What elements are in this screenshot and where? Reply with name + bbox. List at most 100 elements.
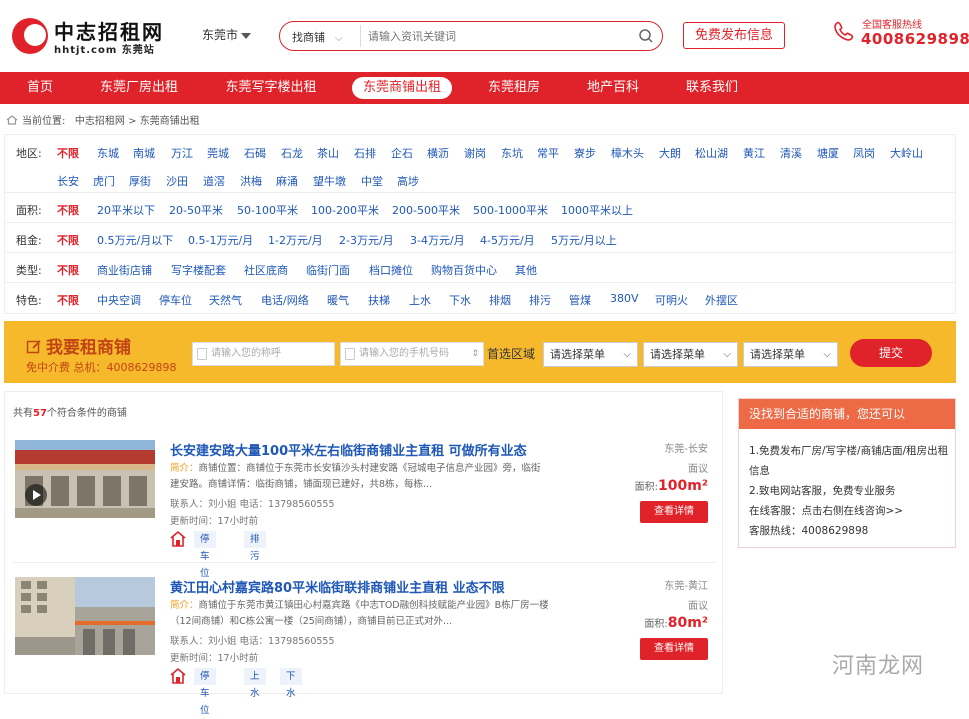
filter-region-any[interactable]: 不限 — [57, 145, 79, 161]
filter-region-item[interactable]: 东城 — [97, 145, 119, 161]
filter-feature-item[interactable]: 上水 — [409, 292, 431, 308]
filter-region-item[interactable]: 麻涌 — [276, 173, 298, 189]
filter-region-item[interactable]: 望牛墩 — [313, 173, 346, 189]
region-select-2[interactable]: 请选择菜单 ⌵ — [643, 342, 738, 367]
filter-feature-item[interactable]: 外摆区 — [705, 292, 738, 308]
filter-rent-item[interactable]: 5万元/月以上 — [551, 232, 617, 248]
filter-feature-item[interactable]: 380V — [610, 292, 639, 305]
filter-area-item[interactable]: 200-500平米 — [392, 202, 460, 218]
filter-region-item[interactable]: 万江 — [171, 145, 193, 161]
filter-region-item[interactable]: 黄江 — [743, 145, 765, 161]
filter-type-item[interactable]: 购物百货中心 — [431, 262, 497, 278]
filter-region-item[interactable]: 石龙 — [281, 145, 303, 161]
phone-input[interactable]: 请输入您的手机号码 ⇕ — [340, 342, 484, 366]
filter-feature-item[interactable]: 扶梯 — [368, 292, 390, 308]
filter-region-item[interactable]: 企石 — [391, 145, 413, 161]
filter-area-item[interactable]: 20-50平米 — [169, 202, 223, 218]
filter-feature-any[interactable]: 不限 — [57, 292, 79, 308]
region-select-3[interactable]: 请选择菜单 ⌵ — [743, 342, 838, 367]
filter-region-item[interactable]: 大岭山 — [890, 145, 923, 161]
nav-realestate-wiki[interactable]: 地产百科 — [580, 72, 646, 104]
listing-thumbnail[interactable] — [15, 440, 155, 518]
filter-region-item[interactable]: 虎门 — [93, 173, 115, 189]
filter-feature-item[interactable]: 电话/网络 — [261, 292, 309, 308]
search-type-select[interactable]: 找商铺 ⌵ — [292, 29, 343, 45]
filter-feature-item[interactable]: 管煤 — [569, 292, 591, 308]
breadcrumb-home[interactable]: 中志招租网 — [75, 116, 125, 127]
filter-region-item[interactable]: 茶山 — [317, 145, 339, 161]
search-input[interactable] — [368, 27, 628, 45]
filter-rent-item[interactable]: 2-3万元/月 — [339, 232, 394, 248]
filter-type-item[interactable]: 其他 — [515, 262, 537, 278]
filter-rent-item[interactable]: 4-5万元/月 — [480, 232, 535, 248]
filter-region-item[interactable]: 道滘 — [203, 173, 225, 189]
filter-region-item[interactable]: 南城 — [133, 145, 155, 161]
filter-area-item[interactable]: 50-100平米 — [237, 202, 298, 218]
filter-region-item[interactable]: 横沥 — [427, 145, 449, 161]
filter-region-item[interactable]: 中堂 — [361, 173, 383, 189]
filter-feature-item[interactable]: 下水 — [449, 292, 471, 308]
filter-rent-any[interactable]: 不限 — [57, 232, 79, 248]
filter-rent-item[interactable]: 1-2万元/月 — [268, 232, 323, 248]
filter-rent-item[interactable]: 3-4万元/月 — [410, 232, 465, 248]
filter-feature-item[interactable]: 排污 — [529, 292, 551, 308]
filter-region-item[interactable]: 凤岗 — [853, 145, 875, 161]
filter-region-item[interactable]: 清溪 — [780, 145, 802, 161]
search-icon[interactable] — [638, 28, 654, 44]
filter-region-item[interactable]: 谢岗 — [464, 145, 486, 161]
filter-feature-item[interactable]: 中央空调 — [97, 292, 141, 308]
filter-area-item[interactable]: 20平米以下 — [97, 202, 155, 218]
filter-region-item[interactable]: 石碣 — [244, 145, 266, 161]
filter-type-any[interactable]: 不限 — [57, 262, 79, 278]
filter-type-item[interactable]: 临街门面 — [306, 262, 350, 278]
filter-region-item[interactable]: 厚街 — [129, 173, 151, 189]
filter-type-item[interactable]: 商业街店铺 — [97, 262, 152, 278]
sidebar-line-online-service[interactable]: 在线客服：点击右侧在线咨询>> — [749, 501, 949, 521]
filter-rent-item[interactable]: 0.5万元/月以下 — [97, 232, 173, 248]
site-logo[interactable]: 中志招租网 hhtjt.com 东莞站 — [12, 16, 172, 58]
filter-region-item[interactable]: 松山湖 — [695, 145, 728, 161]
filter-feature-item[interactable]: 可明火 — [655, 292, 688, 308]
nav-home[interactable]: 首页 — [16, 72, 64, 104]
nav-housing-rent[interactable]: 东莞租房 — [482, 72, 546, 104]
filter-region-item[interactable]: 东坑 — [501, 145, 523, 161]
play-icon[interactable] — [25, 484, 47, 506]
filter-region-item[interactable]: 塘厦 — [817, 145, 839, 161]
sidebar-line-publish[interactable]: 1.免费发布厂房/写字楼/商铺店面/租房出租信息 — [749, 441, 949, 481]
filter-area-item[interactable]: 100-200平米 — [311, 202, 379, 218]
listing-thumbnail[interactable] — [15, 577, 155, 655]
filter-area-item[interactable]: 1000平米以上 — [561, 202, 633, 218]
filter-feature-item[interactable]: 排烟 — [489, 292, 511, 308]
listing-title[interactable]: 黄江田心村嘉宾路80平米临街联排商铺业主直租 业态不限 — [170, 577, 505, 596]
filter-region-item[interactable]: 莞城 — [207, 145, 229, 161]
city-selector[interactable]: 东莞市 — [202, 26, 252, 43]
filter-region-item[interactable]: 常平 — [537, 145, 559, 161]
name-input[interactable]: 请输入您的称呼 — [192, 342, 335, 366]
nav-contact[interactable]: 联系我们 — [680, 72, 744, 104]
filter-type-item[interactable]: 社区底商 — [244, 262, 288, 278]
view-details-button[interactable]: 查看详情 — [640, 501, 708, 523]
filter-feature-item[interactable]: 天然气 — [209, 292, 242, 308]
filter-region-item[interactable]: 洪梅 — [240, 173, 262, 189]
filter-rent-item[interactable]: 0.5-1万元/月 — [188, 232, 253, 248]
filter-region-item[interactable]: 石排 — [354, 145, 376, 161]
breadcrumb-current[interactable]: 东莞商铺出租 — [140, 116, 200, 127]
filter-region-item[interactable]: 高埗 — [397, 173, 419, 189]
filter-area-item[interactable]: 500-1000平米 — [473, 202, 548, 218]
filter-feature-item[interactable]: 停车位 — [159, 292, 192, 308]
listing-title[interactable]: 长安建安路大量100平米左右临街商铺业主直租 可做所有业态 — [170, 440, 527, 459]
nav-office-rent[interactable]: 东莞写字楼出租 — [218, 72, 324, 104]
region-select-1[interactable]: 请选择菜单 ⌵ — [543, 342, 638, 367]
view-details-button[interactable]: 查看详情 — [640, 638, 708, 660]
filter-feature-item[interactable]: 暖气 — [327, 292, 349, 308]
filter-region-item[interactable]: 长安 — [57, 173, 79, 189]
filter-region-item[interactable]: 樟木头 — [611, 145, 644, 161]
nav-shop-rent[interactable]: 东莞商铺出租 — [352, 77, 452, 99]
filter-area-any[interactable]: 不限 — [57, 202, 79, 218]
filter-type-item[interactable]: 写字楼配套 — [171, 262, 226, 278]
filter-region-item[interactable]: 沙田 — [166, 173, 188, 189]
filter-region-item[interactable]: 大朗 — [659, 145, 681, 161]
filter-region-item[interactable]: 寮步 — [574, 145, 596, 161]
nav-factory-rent[interactable]: 东莞厂房出租 — [92, 72, 186, 104]
submit-button[interactable]: 提交 — [850, 339, 932, 367]
